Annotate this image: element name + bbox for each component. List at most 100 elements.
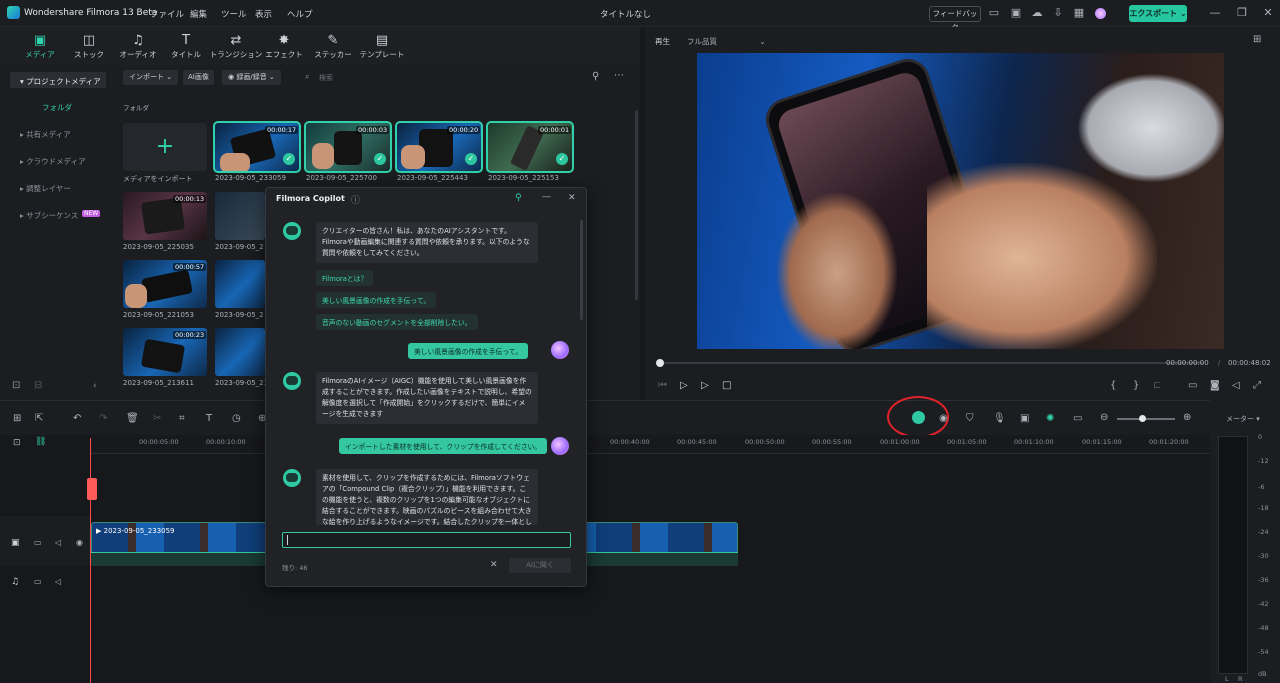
db-label: -42 [1258,600,1269,608]
sidebar-item-shared-media[interactable]: ▸ 共有メディア [20,129,71,140]
import-media-tile[interactable]: + [123,123,207,171]
media-thumbnail[interactable] [215,260,265,308]
select-tool-icon[interactable]: ⇱ [35,413,43,424]
new-folder-icon[interactable]: ⊡ [12,380,20,391]
more-icon[interactable]: ⋯ [614,70,624,81]
track-audio-icon[interactable]: ◁ [55,577,61,586]
menu-help[interactable]: ヘルプ [287,8,313,20]
track-visibility-icon[interactable]: ◉ [76,538,83,547]
ask-ai-button[interactable]: AIに聞く [509,558,571,573]
save-icon[interactable]: ▣ [1010,7,1022,19]
zoom-in-icon[interactable]: ⊕ [1183,412,1191,423]
minimize-panel-icon[interactable]: — [542,192,551,202]
cut-icon[interactable]: ✂ [153,413,161,424]
track-audio-icon[interactable]: ◁ [55,538,61,547]
quality-select[interactable]: フル品質 ⌄ [687,36,766,47]
suggestion-chip[interactable]: 美しい風景画像の作成を手伝って。 [316,292,437,308]
meter-bars [1218,436,1248,674]
menu-view[interactable]: 表示 [255,8,272,20]
sidebar-item-subsequence[interactable]: ▸ サブシーケンス [20,210,78,221]
record-button[interactable]: ◉ 録画/録音 ⌄ [222,70,281,85]
delete-icon[interactable]: 🗑 [126,413,139,424]
media-thumbnail[interactable] [215,192,265,240]
play-reverse-icon[interactable]: ▷ [680,380,688,391]
menu-file[interactable]: ファイル [150,8,184,20]
maximize-icon[interactable]: ❐ [1236,7,1248,19]
pip-icon[interactable]: ▭ [1073,413,1082,424]
stop-icon[interactable]: □ [722,380,731,391]
copilot-input[interactable] [282,532,571,548]
video-frame [697,53,1224,349]
speed-icon[interactable]: ◷ [232,413,241,424]
menu-edit[interactable]: 編集 [190,8,207,20]
track-folder-icon[interactable]: ▭ [34,538,42,547]
document-title: タイトルなし [600,10,652,20]
media-scrollbar[interactable] [635,110,638,300]
volume-icon[interactable]: ◁ [1232,380,1240,391]
play-icon[interactable]: ▷ [701,380,709,391]
db-label: -24 [1258,528,1269,536]
copilot-scrollbar[interactable] [580,220,583,320]
sidebar-item-folder[interactable]: フォルダ [42,102,72,113]
suggestion-chip[interactable]: 音声のない動画のセグメントを全部削除したい。 [316,314,478,330]
user-message: インポートした素材を使用して、クリップを作成してください。 [339,438,548,454]
collapse-sidebar-icon[interactable]: ‹ [93,381,97,391]
display-icon[interactable]: ▭ [1188,380,1197,391]
mark-in-icon[interactable]: { [1110,380,1116,391]
feedback-button[interactable]: フィードバック [929,6,981,32]
sidebar-label-project-media: ▾ プロジェクトメディア [20,77,101,86]
playhead-knob[interactable] [656,359,664,367]
record-icon[interactable]: ◉ [939,413,948,424]
voiceover-icon[interactable]: ▣ [1020,413,1029,424]
download-icon[interactable]: ⇩ [1052,7,1064,19]
sidebar-item-adjustment-layer[interactable]: ▸ 調整レイヤー [20,183,71,194]
player-tab[interactable]: 再生 [655,36,670,47]
export-button[interactable]: エクスポート ⌄ [1129,5,1187,22]
meter-label[interactable]: メーター ▾ [1226,414,1260,424]
clear-icon[interactable]: ✕ [490,560,498,570]
track-folder-icon[interactable]: ▭ [34,577,42,586]
insert-icon[interactable]: ⊏ [1153,380,1161,391]
filter-icon[interactable]: ⚲ [592,71,599,82]
zoom-slider-knob[interactable] [1139,415,1146,422]
layout-icon[interactable]: ▭ [988,7,1000,19]
grid-icon[interactable]: ▦ [1073,7,1085,19]
zoom-slider[interactable] [1117,418,1175,420]
suggestion-chip[interactable]: Filmoraとは？ [316,270,374,286]
avatar[interactable] [1095,8,1106,19]
timeline-playhead[interactable] [90,438,91,683]
crop-icon[interactable]: ⌗ [179,413,185,424]
menu-tools[interactable]: ツール [221,8,247,20]
undo-icon[interactable]: ↶ [73,413,81,424]
text-icon[interactable]: T [206,413,212,424]
media-thumbnail[interactable] [215,328,265,376]
time-separator: / [1218,359,1221,367]
sidebar-item-cloud-media[interactable]: ▸ クラウドメディア [20,156,86,167]
folder-link-icon[interactable]: ⊟ [34,380,42,391]
add-track-icon[interactable]: ⊡ [13,438,21,448]
layout-grid-icon[interactable]: ⊞ [13,413,21,424]
close-panel-icon[interactable]: ✕ [568,193,576,203]
playhead-handle[interactable] [87,478,97,500]
minimize-icon[interactable]: — [1209,7,1221,19]
redo-icon[interactable]: ↷ [99,413,107,424]
fullscreen-icon[interactable]: ⤢ [1253,380,1261,391]
shield-icon[interactable]: ⛉ [966,413,974,424]
search-input[interactable]: 検索 [319,73,333,83]
pin-icon[interactable]: ⚲ [515,193,522,203]
playback-progress[interactable] [659,362,1204,364]
mic-icon[interactable]: 🎙 [993,413,1006,424]
import-button[interactable]: インポート ⌄ [123,70,179,85]
cloud-icon[interactable]: ☁ [1031,7,1043,19]
camera-icon[interactable]: ◙ [1210,380,1220,391]
zoom-out-icon[interactable]: ⊖ [1100,412,1108,423]
info-icon[interactable]: ⓘ [351,193,360,206]
ai-image-button[interactable]: AI画像 [183,70,214,85]
link-icon[interactable]: ⛓ [35,437,46,447]
mark-out-icon[interactable]: } [1133,380,1139,391]
prev-frame-icon[interactable]: ⏮ [658,380,667,391]
snapshot-icon[interactable]: ⊞ [1253,34,1261,45]
ai-icon[interactable]: ✺ [1046,413,1054,424]
close-icon[interactable]: ✕ [1262,7,1274,19]
tab-templates[interactable]: ▤ テンプレート [352,33,412,60]
